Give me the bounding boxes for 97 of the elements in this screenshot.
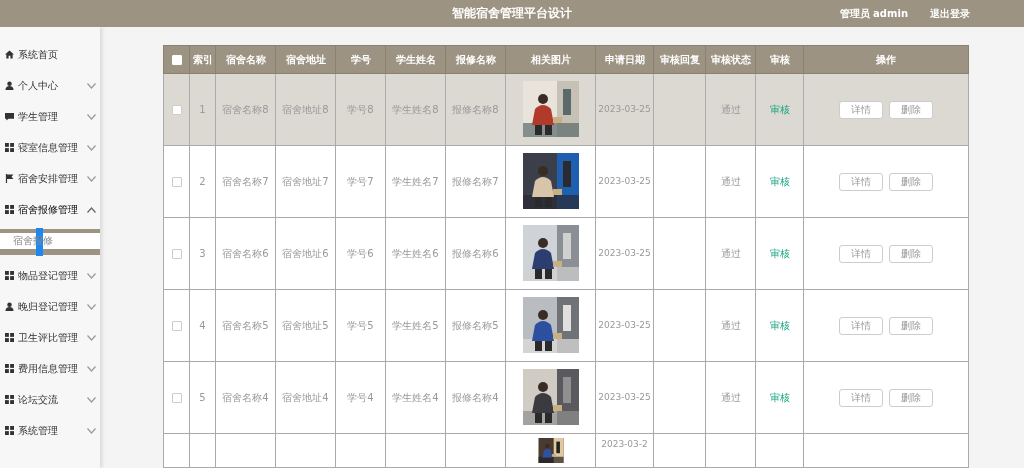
delete-button[interactable]: 删除	[889, 388, 933, 407]
sidebar-menu-item[interactable]: 学生管理	[0, 101, 100, 132]
table-cell: 学生姓名4	[385, 361, 446, 434]
table-cell: 通过	[705, 289, 756, 362]
grid-icon	[5, 271, 14, 280]
table-cell: 报修名称5	[445, 289, 506, 362]
date-text: 2023-03-25	[597, 391, 652, 404]
column-header: 宿舍地址	[275, 45, 336, 74]
table-cell: 宿舍地址6	[275, 217, 336, 290]
date-text: 2023-03-25	[597, 175, 652, 188]
column-header: 学号	[335, 45, 386, 74]
table-cell: 报修名称4	[445, 361, 506, 434]
table-cell: 学号5	[335, 289, 386, 362]
grid-icon	[5, 333, 14, 342]
table-cell: 宿舍名称8	[215, 73, 276, 146]
column-header: 索引	[189, 45, 216, 74]
review-link[interactable]: 审核	[769, 247, 790, 259]
grid-icon	[5, 426, 14, 435]
column-header: 申请日期	[595, 45, 654, 74]
date-text: 2023-03-2	[600, 439, 649, 449]
table-cell: 学生姓名6	[385, 217, 446, 290]
column-header: 相关图片	[505, 45, 596, 74]
flag-icon	[5, 174, 14, 183]
delete-button[interactable]: 删除	[889, 244, 933, 263]
sidebar-menu-item[interactable]: 宿舍报修管理	[0, 194, 100, 225]
chat-icon	[5, 112, 14, 121]
table-cell: 通过	[705, 361, 756, 434]
table-cell: 宿舍名称7	[215, 145, 276, 218]
column-header: 审核	[755, 45, 804, 74]
date-text: 2023-03-25	[597, 319, 652, 332]
table-cell: 通过	[705, 145, 756, 218]
sidebar-menu-item[interactable]: 物品登记管理	[0, 260, 100, 291]
table-cell: 宿舍名称6	[215, 217, 276, 290]
details-button[interactable]: 详情	[839, 244, 883, 263]
delete-button[interactable]: 删除	[889, 316, 933, 335]
column-header: 学生姓名	[385, 45, 446, 74]
delete-button[interactable]: 删除	[889, 172, 933, 191]
sidebar-menu-item[interactable]: 费用信息管理	[0, 353, 100, 384]
review-link[interactable]: 审核	[769, 319, 790, 331]
sidebar-menu-item[interactable]: 卫生评比管理	[0, 322, 100, 353]
user-icon	[5, 302, 14, 311]
column-header: 审核回复	[653, 45, 706, 74]
app-title: 智能宿舍管理平台设计	[452, 6, 572, 20]
table-cell: 3	[189, 217, 216, 290]
table-cell: 报修名称6	[445, 217, 506, 290]
sidebar-menu-item[interactable]: 系统首页	[0, 39, 100, 70]
table-cell: 宿舍名称4	[215, 361, 276, 434]
home-icon	[5, 50, 14, 59]
row-checkbox[interactable]	[171, 393, 182, 403]
date-text: 2023-03-25	[597, 103, 652, 116]
grid-icon	[5, 364, 14, 373]
review-link[interactable]: 审核	[769, 103, 790, 115]
table-cell: 宿舍地址5	[275, 289, 336, 362]
details-button[interactable]: 详情	[839, 172, 883, 191]
grid-icon	[5, 205, 14, 214]
date-text: 2023-03-25	[597, 247, 652, 260]
column-header: 宿舍名称	[215, 45, 276, 74]
table-cell: 学号7	[335, 145, 386, 218]
sidebar-menu-item[interactable]: 晚归登记管理	[0, 291, 100, 322]
table-cell: 宿舍名称5	[215, 289, 276, 362]
details-button[interactable]: 详情	[839, 388, 883, 407]
row-checkbox[interactable]	[171, 177, 182, 187]
sidebar-menu-item[interactable]: 个人中心	[0, 70, 100, 101]
user-icon	[5, 81, 14, 90]
sidebar-menu-item[interactable]: 寝室信息管理	[0, 132, 100, 163]
table-cell: 1	[189, 73, 216, 146]
column-header: 报修名称	[445, 45, 506, 74]
table-cell: 学生姓名5	[385, 289, 446, 362]
table-cell: 学号4	[335, 361, 386, 434]
row-checkbox[interactable]	[171, 321, 182, 331]
table-cell: 4	[189, 289, 216, 362]
column-header: 审核状态	[705, 45, 756, 74]
admin-user-label: 管理员 admin	[839, 6, 908, 21]
table-cell: 学号6	[335, 217, 386, 290]
table-cell: 5	[189, 361, 216, 434]
table-cell: 2	[189, 145, 216, 218]
row-checkbox[interactable]	[171, 249, 182, 259]
grid-icon	[5, 395, 14, 404]
details-button[interactable]: 详情	[839, 316, 883, 335]
table-cell: 报修名称7	[445, 145, 506, 218]
logout-link[interactable]: 退出登录	[930, 6, 970, 21]
sidebar-menu-item[interactable]: 论坛交流	[0, 384, 100, 415]
delete-button[interactable]: 删除	[889, 100, 933, 119]
sidebar-menu-item[interactable]: 宿舍安排管理	[0, 163, 100, 194]
select-all-checkbox[interactable]	[171, 55, 182, 65]
table-cell: 宿舍地址4	[275, 361, 336, 434]
sidebar-menu-item[interactable]: 系统管理	[0, 415, 100, 446]
details-button[interactable]: 详情	[839, 100, 883, 119]
review-link[interactable]: 审核	[769, 391, 790, 403]
table-cell: 通过	[705, 217, 756, 290]
table-cell: 宿舍地址7	[275, 145, 336, 218]
table-cell: 报修名称8	[445, 73, 506, 146]
row-checkbox[interactable]	[171, 105, 182, 115]
column-header: 操作	[803, 45, 969, 74]
table-cell: 学生姓名7	[385, 145, 446, 218]
grid-icon	[5, 143, 14, 152]
review-link[interactable]: 审核	[769, 175, 790, 187]
